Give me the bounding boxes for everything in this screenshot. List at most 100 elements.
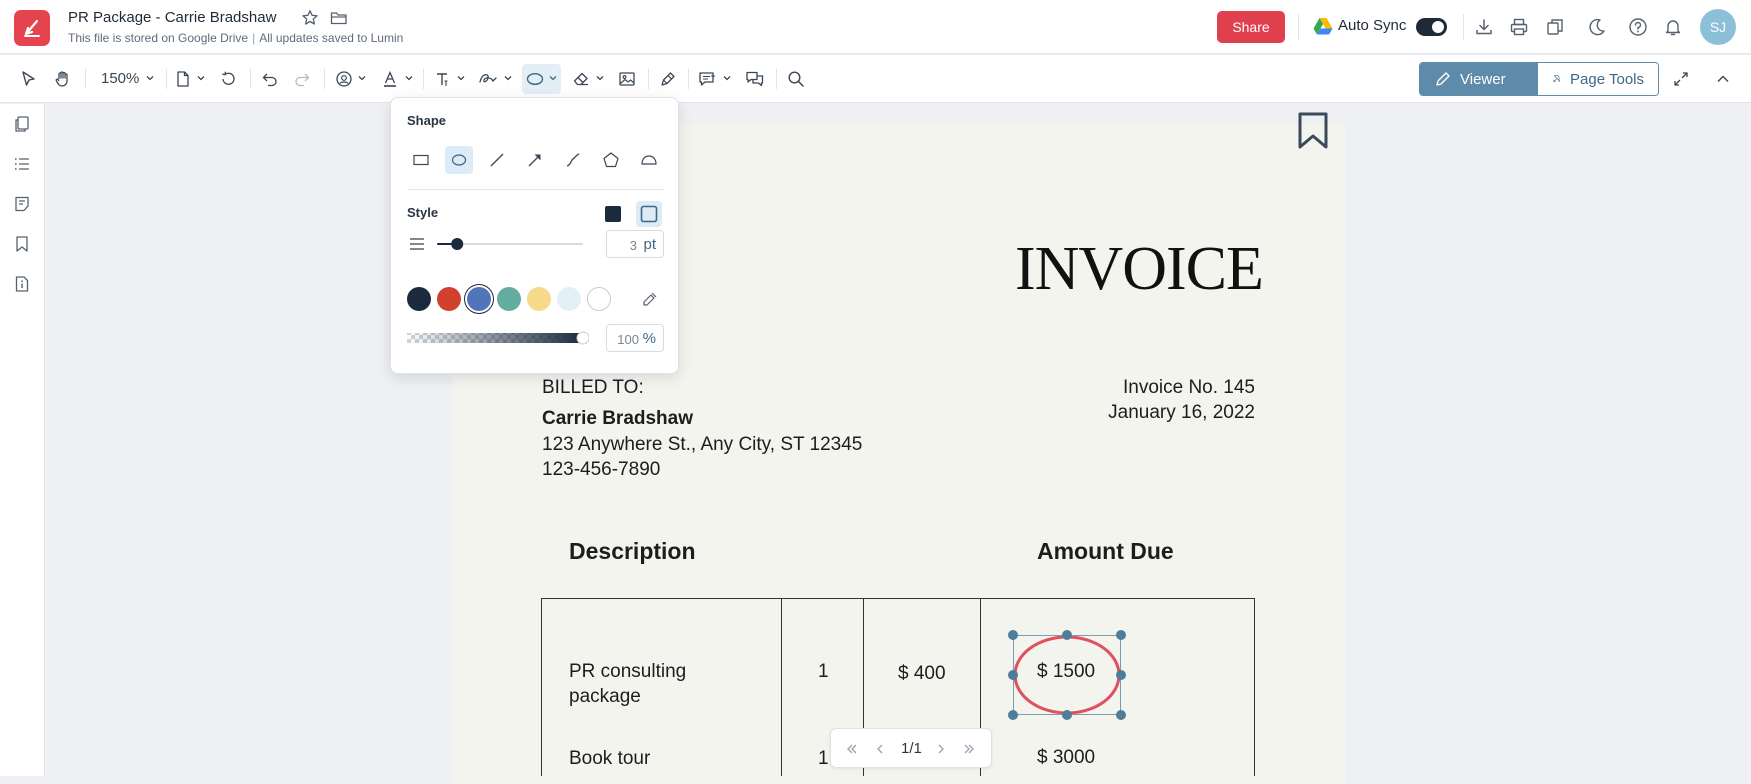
opacity-slider-knob[interactable] <box>576 331 589 345</box>
text-color-icon[interactable] <box>379 66 401 92</box>
resize-handle-top-left[interactable] <box>1008 630 1018 640</box>
copy-icon[interactable] <box>1544 16 1566 38</box>
eyedropper-icon[interactable] <box>641 290 659 308</box>
rotate-icon[interactable] <box>217 66 239 92</box>
color-swatch-teal[interactable] <box>497 287 521 311</box>
thickness-input[interactable]: 3 pt <box>606 230 664 258</box>
table-border-top <box>541 598 1255 599</box>
viewer-mode-button[interactable]: Viewer <box>1420 63 1538 95</box>
first-page-icon[interactable] <box>843 740 861 758</box>
opacity-unit: % <box>642 330 656 347</box>
previous-page-icon[interactable] <box>871 740 889 758</box>
lumin-logo[interactable] <box>14 10 50 46</box>
chevron-down-icon[interactable] <box>404 73 414 83</box>
hand-icon[interactable] <box>52 66 74 92</box>
chevron-down-icon[interactable] <box>503 73 513 83</box>
resize-handle-bottom-left[interactable] <box>1008 710 1018 720</box>
chevron-down-icon[interactable] <box>196 73 206 83</box>
chevron-down-icon[interactable] <box>595 73 605 83</box>
image-icon[interactable] <box>616 66 638 92</box>
stamp-icon[interactable] <box>333 66 355 92</box>
undo-icon[interactable] <box>259 66 281 92</box>
color-swatch-navy[interactable] <box>407 287 431 311</box>
thickness-slider-knob[interactable] <box>451 238 464 250</box>
client-phone: 123-456-7890 <box>542 459 661 480</box>
redo-icon[interactable] <box>291 66 313 92</box>
star-icon[interactable] <box>300 8 320 28</box>
ellipse-shape-option[interactable] <box>445 146 473 174</box>
pages-icon[interactable] <box>12 114 32 134</box>
zoom-level[interactable]: 150% <box>101 70 139 87</box>
polygon-shape-option[interactable] <box>597 146 625 174</box>
notes-icon[interactable] <box>12 194 32 214</box>
resize-handle-top-right[interactable] <box>1116 630 1126 640</box>
opacity-slider[interactable] <box>407 331 589 345</box>
search-icon[interactable] <box>785 66 807 92</box>
expand-icon[interactable] <box>1670 66 1692 92</box>
user-avatar[interactable]: SJ <box>1700 9 1736 45</box>
bookmark-icon[interactable] <box>12 234 32 254</box>
color-swatch-light-blue[interactable] <box>557 287 581 311</box>
rectangle-shape-option[interactable] <box>407 146 435 174</box>
filled-style-option[interactable] <box>600 201 626 227</box>
thickness-slider[interactable] <box>437 235 583 253</box>
text-tool-icon[interactable] <box>432 66 454 92</box>
google-drive-icon <box>1313 17 1333 40</box>
info-icon[interactable] <box>12 274 32 294</box>
color-swatch-blue[interactable] <box>467 287 491 311</box>
annotation-selection-box[interactable] <box>1013 635 1121 715</box>
chevron-down-icon[interactable] <box>722 73 732 83</box>
color-swatch-yellow[interactable] <box>527 287 551 311</box>
row2-description: Book tour <box>569 748 651 769</box>
line-shape-option[interactable] <box>483 146 511 174</box>
arrow-shape-option[interactable] <box>521 146 549 174</box>
client-address: 123 Anywhere St., Any City, ST 12345 <box>542 434 863 455</box>
download-icon[interactable] <box>1473 16 1495 38</box>
page-indicator[interactable]: 1/1 <box>901 740 922 757</box>
resize-handle-left[interactable] <box>1008 670 1018 680</box>
opacity-input[interactable]: 100 % <box>606 324 664 352</box>
color-swatch-white[interactable] <box>587 287 611 311</box>
highlighter-icon[interactable] <box>657 66 679 92</box>
collapse-icon[interactable] <box>1712 66 1734 92</box>
resize-handle-bottom[interactable] <box>1062 710 1072 720</box>
resize-handle-bottom-right[interactable] <box>1116 710 1126 720</box>
eraser-icon[interactable] <box>570 66 592 92</box>
bell-icon[interactable] <box>1662 16 1684 38</box>
table-border-left <box>541 598 542 776</box>
dark-mode-icon[interactable] <box>1586 16 1608 38</box>
chevron-down-icon[interactable] <box>456 73 466 83</box>
chat-icon[interactable] <box>744 66 766 92</box>
print-icon[interactable] <box>1508 16 1530 38</box>
next-page-icon[interactable] <box>932 740 950 758</box>
comment-icon[interactable] <box>697 66 719 92</box>
table-border-right <box>1254 598 1255 776</box>
outline-style-option[interactable] <box>636 201 662 227</box>
list-icon[interactable] <box>12 154 32 174</box>
shape-icon[interactable] <box>524 66 546 92</box>
page-tools-mode-button[interactable]: Page Tools <box>1538 63 1658 95</box>
pointer-icon[interactable] <box>18 66 40 92</box>
color-swatch-red[interactable] <box>437 287 461 311</box>
help-icon[interactable] <box>1627 16 1649 38</box>
popover-divider <box>407 189 664 190</box>
chevron-down-icon[interactable] <box>357 73 367 83</box>
cloud-shape-option[interactable] <box>635 146 663 174</box>
autosync-toggle[interactable] <box>1416 18 1447 36</box>
page-bookmark-icon[interactable] <box>1297 112 1329 150</box>
page-icon[interactable] <box>172 66 194 92</box>
folder-icon[interactable] <box>329 8 349 28</box>
status-separator: | <box>252 31 256 45</box>
resize-handle-top[interactable] <box>1062 630 1072 640</box>
signature-icon[interactable] <box>477 66 499 92</box>
chevron-down-icon[interactable] <box>548 73 558 83</box>
document-title[interactable]: PR Package - Carrie Bradshaw <box>68 9 276 26</box>
toolbar-separator <box>423 69 424 89</box>
curve-shape-option[interactable] <box>559 146 587 174</box>
viewer-label: Viewer <box>1460 70 1506 88</box>
last-page-icon[interactable] <box>960 740 978 758</box>
chevron-down-icon[interactable] <box>145 73 155 83</box>
thickness-unit: pt <box>643 236 656 253</box>
share-button[interactable]: Share <box>1217 11 1285 43</box>
resize-handle-right[interactable] <box>1116 670 1126 680</box>
